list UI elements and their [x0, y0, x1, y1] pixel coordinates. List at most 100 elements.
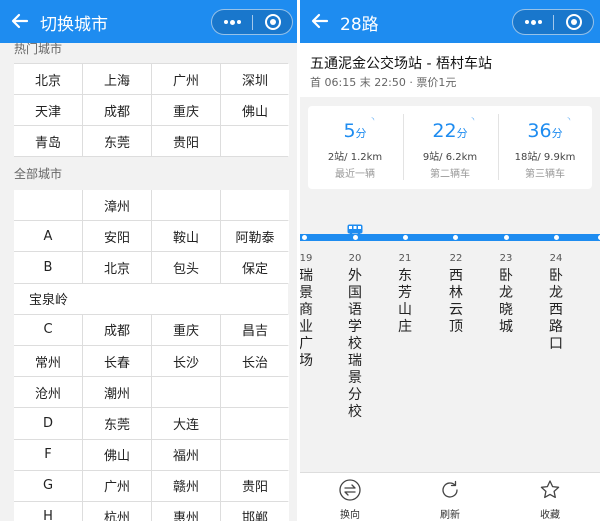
arrival-2: 22分 ◝ 9站/ 6.2km 第二辆车: [403, 106, 497, 189]
city-cell[interactable]: 潮州: [83, 377, 151, 408]
bus-icon[interactable]: [347, 221, 363, 236]
hot-cities-title: 热门城市: [14, 42, 63, 56]
hot-city-cell[interactable]: 贵阳: [152, 126, 220, 156]
hot-city-cell[interactable]: 成都: [83, 95, 151, 125]
city-cell[interactable]: 漳州: [83, 190, 151, 221]
empty-cell: [221, 377, 289, 408]
city-cell[interactable]: 保定: [221, 252, 289, 283]
city-cell[interactable]: 贵阳: [221, 470, 289, 501]
city-cell[interactable]: 宝泉岭: [14, 283, 288, 314]
city-row: 常州 长春 长沙 长治: [14, 345, 289, 377]
stop-name: 卧龙晓城: [499, 268, 513, 335]
stop-dot: [452, 235, 458, 240]
hot-city-cell[interactable]: 上海: [83, 64, 151, 94]
city-cell[interactable]: 福州: [152, 439, 220, 470]
all-cities-title: 全部城市: [14, 167, 63, 181]
refresh-label: 刷新: [440, 510, 460, 521]
hot-cities-grid: 北京 上海 广州 深圳天津 成都 重庆 佛山青岛 东莞 贵阳: [14, 63, 289, 157]
more-dots-icon[interactable]: [212, 10, 252, 34]
hot-city-cell[interactable]: 北京: [14, 64, 82, 94]
hot-city-cell[interactable]: 天津: [14, 95, 82, 125]
route-schedule: 首 06:15 末 22:50 · 票价1元: [310, 76, 457, 89]
city-cell[interactable]: 东莞: [83, 408, 151, 439]
city-row: H 杭州 惠州 邯郸: [14, 501, 289, 521]
city-cell[interactable]: 重庆: [152, 314, 220, 345]
city-cell[interactable]: 长春: [83, 345, 151, 377]
empty-cell: [14, 190, 82, 221]
back-arrow-icon[interactable]: [8, 9, 32, 33]
signal-icon: ◝: [567, 116, 571, 124]
refresh-button[interactable]: 刷新: [420, 473, 480, 521]
route-card: 五通泥金公交场站 - 梧村车站 首 06:15 末 22:50 · 票价1元: [300, 43, 600, 97]
city-cell[interactable]: 惠州: [152, 501, 220, 521]
stop-name: 外国语学校瑞景分校: [348, 268, 362, 420]
hot-city-cell[interactable]: 东莞: [83, 126, 151, 156]
hot-city-cell[interactable]: 佛山: [221, 95, 289, 125]
arrival-label: 第三辆车: [525, 169, 565, 180]
favorite-button[interactable]: 收藏: [520, 473, 580, 521]
arrival-minutes: 5分: [343, 120, 367, 142]
city-cell[interactable]: 沧州: [14, 377, 82, 408]
city-cell[interactable]: 鞍山: [152, 221, 220, 252]
arrival-label: 最近一辆: [335, 169, 375, 180]
city-cell[interactable]: 大连: [152, 408, 220, 439]
close-target-icon[interactable]: [554, 10, 594, 34]
city-row: F 佛山 福州: [14, 439, 289, 470]
bus-stop[interactable]: 23 卧龙晓城: [496, 253, 516, 336]
index-letter: H: [14, 501, 82, 521]
refresh-icon: [442, 480, 458, 498]
hot-city-cell[interactable]: 重庆: [152, 95, 220, 125]
bus-stop[interactable]: 21 东芳山庄: [395, 253, 415, 336]
arrival-minutes: 22分: [432, 120, 468, 142]
top-bar: 切换城市: [0, 0, 297, 43]
city-cell[interactable]: 长治: [221, 345, 289, 377]
stop-name: 西林云顶: [449, 268, 463, 335]
arrival-distance: 2站/ 1.2km: [327, 152, 383, 163]
all-cities-list: 漳州 A 安阳 鞍山 阿勒泰 B 北京 包头 保定 宝泉岭 C 成都 重庆 昌吉 常州 长春 长沙 长治 沧州 潮州 D…: [14, 190, 289, 521]
more-dots-icon[interactable]: [513, 10, 553, 34]
city-cell[interactable]: 赣州: [152, 470, 220, 501]
city-row: D 东莞 大连: [14, 408, 289, 439]
city-cell[interactable]: 佛山: [83, 439, 151, 470]
empty-cell: [221, 439, 289, 470]
signal-icon: ◝: [471, 116, 475, 124]
arrival-label: 第二辆车: [430, 169, 470, 180]
city-cell[interactable]: 阿勒泰: [221, 221, 289, 252]
favorite-label: 收藏: [540, 510, 560, 521]
city-row: 漳州: [14, 190, 289, 221]
bus-stop[interactable]: 22 西林云顶: [446, 253, 466, 336]
swap-icon: [339, 479, 361, 501]
city-cell[interactable]: 昌吉: [221, 314, 289, 345]
route-endpoints: 五通泥金公交场站 - 梧村车站: [310, 56, 492, 72]
route-title: 28路: [340, 15, 379, 35]
city-cell[interactable]: 成都: [83, 314, 151, 345]
index-letter: C: [14, 314, 82, 345]
reverse-button[interactable]: 换向: [320, 473, 380, 521]
city-cell[interactable]: 邯郸: [221, 501, 289, 521]
hot-city-cell[interactable]: 深圳: [221, 64, 289, 94]
city-cell[interactable]: 杭州: [83, 501, 151, 521]
reverse-label: 换向: [340, 510, 360, 521]
bus-stop[interactable]: 19 瑞景商业广场: [300, 253, 316, 370]
bus-stop[interactable]: 20 外国语学校瑞景分校: [345, 253, 365, 421]
city-row: C 成都 重庆 昌吉: [14, 314, 289, 345]
stop-number: 23: [499, 253, 513, 264]
stop-dot: [301, 235, 307, 240]
city-cell[interactable]: 常州: [14, 345, 82, 377]
top-bar: 28路: [300, 0, 600, 43]
close-target-icon[interactable]: [253, 10, 293, 34]
city-cell[interactable]: 长沙: [152, 345, 220, 377]
bus-route-panel: 28路 五通泥金公交场站 - 梧村车站 首 06:15 末 22:50 · 票价…: [300, 0, 600, 521]
city-cell[interactable]: 安阳: [83, 221, 151, 252]
index-letter: A: [14, 221, 82, 252]
empty-cell: [152, 190, 220, 221]
stop-dot: [402, 235, 408, 240]
city-cell[interactable]: 北京: [83, 252, 151, 283]
back-arrow-icon[interactable]: [308, 9, 332, 33]
hot-city-cell[interactable]: 青岛: [14, 126, 82, 156]
bus-stop[interactable]: 24 卧龙西路口: [546, 253, 566, 353]
city-cell[interactable]: 广州: [83, 470, 151, 501]
menu-capsule: [512, 9, 594, 35]
hot-city-cell[interactable]: 广州: [152, 64, 220, 94]
city-cell[interactable]: 包头: [152, 252, 220, 283]
